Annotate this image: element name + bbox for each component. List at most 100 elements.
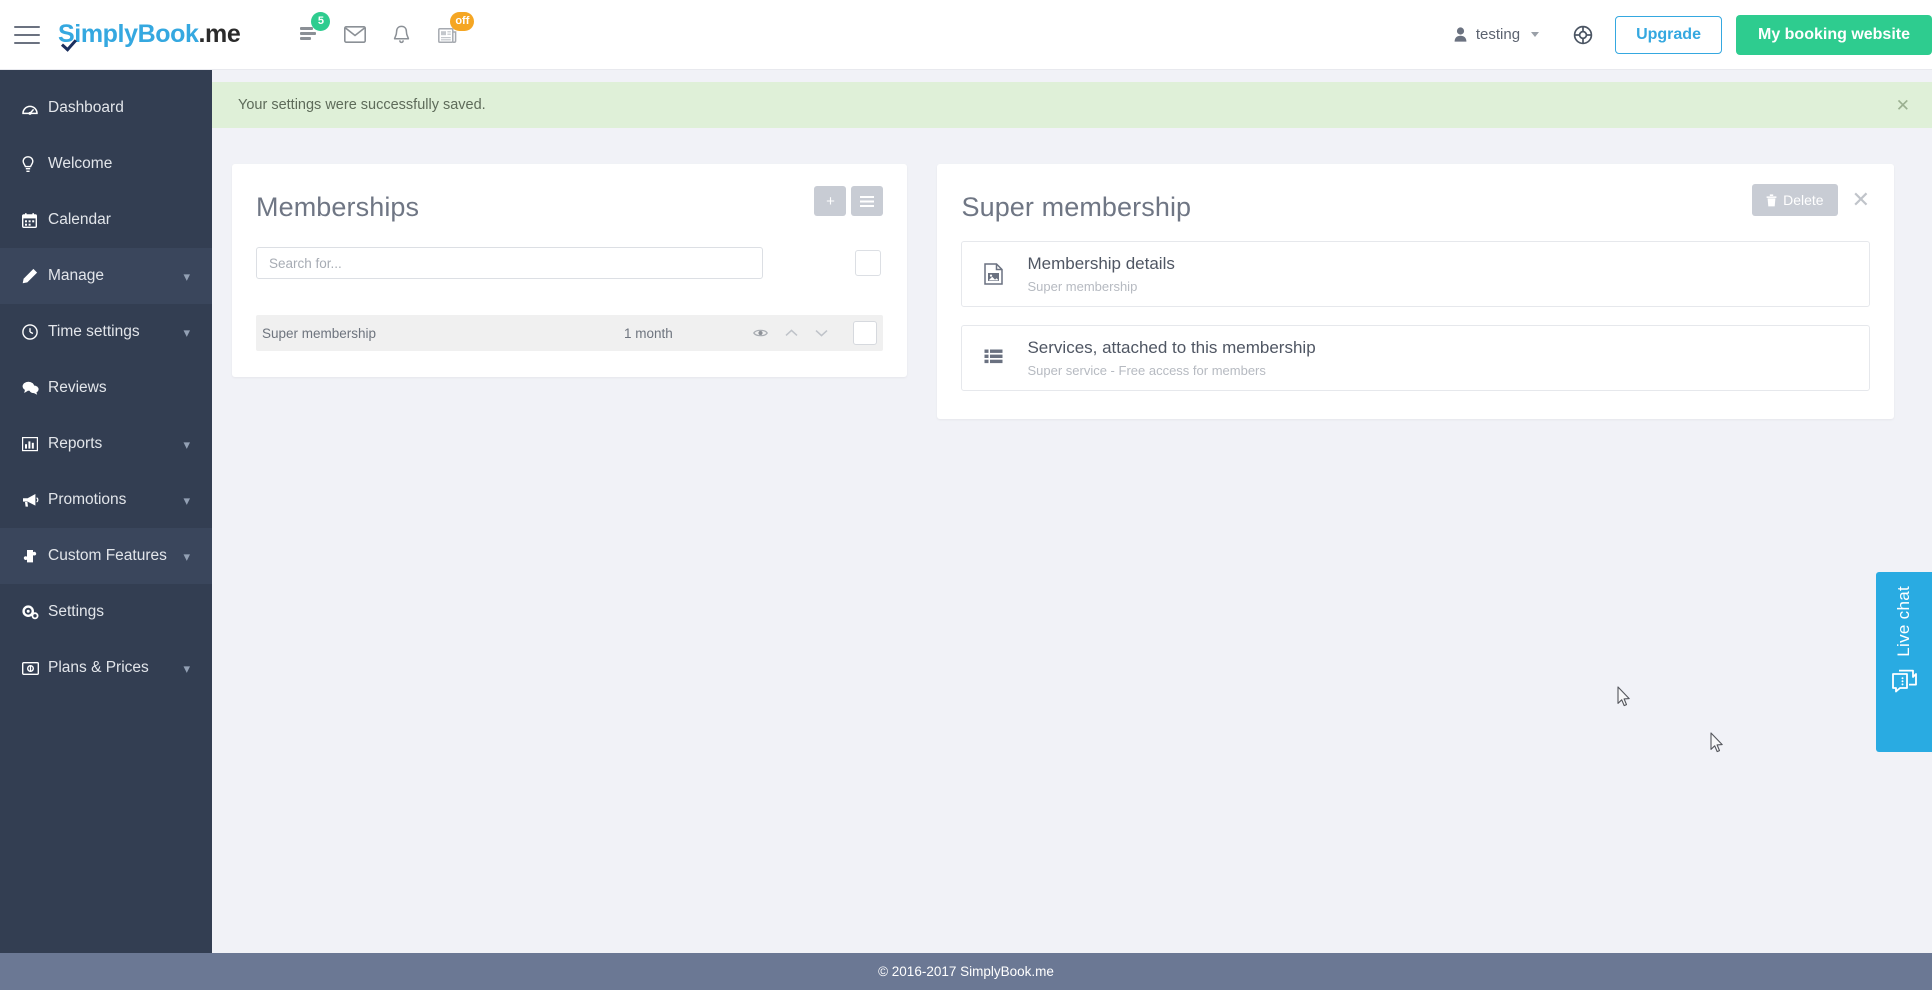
detail-panel-title: Super membership: [961, 192, 1192, 222]
lightbulb-icon: [22, 155, 48, 173]
option-title: Services, attached to this membership: [1027, 338, 1316, 357]
add-membership-button[interactable]: +: [814, 186, 847, 216]
pencil-icon: [22, 268, 48, 284]
sidebar-item-promotions[interactable]: Promotions ▾: [0, 472, 212, 528]
user-icon: [1454, 27, 1467, 42]
image-file-icon: [984, 263, 1004, 285]
sidebar-item-label: Manage: [48, 267, 105, 284]
footer-text: © 2016-2017 SimplyBook.me: [878, 964, 1054, 979]
chevron-down-icon: [1531, 32, 1540, 37]
app-root: SimplyBook .me 5 off testing Upgrade My …: [0, 0, 1932, 990]
search-row: [256, 247, 883, 279]
option-text-group: Services, attached to this membership Su…: [1027, 338, 1315, 378]
chevron-down-icon: ▾: [183, 548, 190, 564]
sidebar-item-label: Welcome: [48, 155, 113, 172]
megaphone-icon: [22, 493, 48, 508]
news-badge: off: [450, 11, 475, 31]
chevron-down-icon: ▾: [183, 324, 190, 340]
alert-message: Your settings were successfully saved.: [238, 97, 486, 113]
sidebar-item-dashboard[interactable]: Dashboard: [0, 80, 212, 136]
activity-log-badge: 5: [311, 11, 331, 31]
option-subtitle: Super service - Free access for members: [1027, 363, 1266, 378]
sidebar-item-label: Reports: [48, 435, 103, 452]
top-bar: SimplyBook .me 5 off testing Upgrade My …: [0, 0, 1932, 70]
sidebar-item-label: Time settings: [48, 323, 140, 340]
bell-icon[interactable]: [378, 13, 424, 57]
puzzle-icon: [22, 549, 48, 564]
my-booking-website-button[interactable]: My booking website: [1735, 14, 1932, 55]
sidebar-item-settings[interactable]: Settings: [0, 584, 212, 640]
money-icon: [22, 661, 48, 675]
delete-button[interactable]: Delete: [1752, 184, 1838, 216]
page-footer: © 2016-2017 SimplyBook.me: [0, 953, 1932, 990]
chevron-down-icon: ▾: [183, 268, 190, 284]
option-services-attached[interactable]: Services, attached to this membership Su…: [961, 325, 1870, 391]
sidebar-item-welcome[interactable]: Welcome: [0, 136, 212, 192]
sidebar-item-label: Reviews: [48, 379, 107, 396]
top-right-group: testing Upgrade My booking website: [1436, 0, 1932, 69]
bar-chart-icon: [22, 436, 48, 452]
sidebar-item-reviews[interactable]: Reviews: [0, 360, 212, 416]
logo-text-primary: implyBook: [74, 20, 199, 48]
mail-icon[interactable]: [332, 13, 378, 57]
chevron-down-icon[interactable]: [815, 329, 828, 337]
live-chat-widget[interactable]: Live chat: [1876, 572, 1932, 752]
hamburger-icon[interactable]: [14, 25, 40, 44]
eye-icon[interactable]: [753, 328, 769, 338]
logo-s-check-icon: S: [58, 20, 75, 48]
sidebar-item-reports[interactable]: Reports ▾: [0, 416, 212, 472]
chevron-down-icon: ▾: [183, 660, 190, 676]
top-icon-group: 5 off: [286, 11, 475, 57]
memberships-panel: Memberships + Sup: [232, 164, 908, 377]
logo-text-suffix: .me: [198, 20, 241, 48]
delete-label: Delete: [1783, 192, 1824, 208]
membership-term: 1 month: [624, 325, 673, 341]
news-icon[interactable]: off: [424, 11, 475, 57]
table-row[interactable]: Super membership 1 month: [256, 315, 884, 351]
sidebar-item-manage[interactable]: Manage ▾: [0, 248, 212, 304]
lifebuoy-icon: [1573, 25, 1593, 44]
upgrade-button[interactable]: Upgrade: [1615, 15, 1722, 54]
option-text-group: Membership details Super membership: [1027, 254, 1174, 294]
chevron-down-icon: ▾: [183, 492, 190, 508]
success-alert: Your settings were successfully saved. ✕: [212, 82, 1932, 128]
sidebar-item-label: Promotions: [48, 491, 127, 508]
panels-container: Memberships + Sup: [212, 128, 1932, 419]
search-input[interactable]: [256, 247, 763, 279]
row-checkbox[interactable]: [853, 321, 878, 345]
comments-icon: [22, 381, 48, 395]
sidebar-item-label: Dashboard: [48, 99, 124, 116]
clock-icon: [22, 324, 48, 340]
row-actions: [753, 321, 879, 345]
sidebar-item-label: Custom Features: [48, 547, 167, 564]
panel-title: Memberships: [256, 192, 420, 222]
calendar-icon: [22, 212, 48, 228]
user-name: testing: [1475, 26, 1521, 43]
list-ul-icon: [984, 349, 1003, 367]
sidebar: Dashboard Welcome Calendar Manage ▾ Time…: [0, 70, 212, 953]
help-button[interactable]: [1557, 0, 1609, 69]
select-all-checkbox[interactable]: [855, 250, 882, 276]
user-menu[interactable]: testing: [1436, 0, 1557, 69]
chat-bubble-icon: [1891, 669, 1917, 700]
simplybook-logo[interactable]: SimplyBook .me: [58, 20, 241, 49]
panel-header-actions: +: [814, 186, 884, 216]
close-icon[interactable]: ✕: [1896, 97, 1910, 114]
sidebar-item-calendar[interactable]: Calendar: [0, 192, 212, 248]
chevron-up-icon[interactable]: [785, 329, 798, 337]
sidebar-item-plans-prices[interactable]: Plans & Prices ▾: [0, 640, 212, 696]
chevron-down-icon: ▾: [183, 436, 190, 452]
speedometer-icon: [22, 101, 48, 116]
close-icon[interactable]: ✕: [1852, 189, 1870, 211]
list-icon[interactable]: [851, 186, 884, 216]
membership-detail-panel: Super membership Delete ✕ Membership det…: [937, 164, 1894, 419]
option-membership-details[interactable]: Membership details Super membership: [961, 241, 1870, 307]
sidebar-item-time-settings[interactable]: Time settings ▾: [0, 304, 212, 360]
sidebar-item-label: Calendar: [48, 211, 111, 228]
activity-log-icon[interactable]: 5: [286, 11, 332, 57]
sidebar-item-custom-features[interactable]: Custom Features ▾: [0, 528, 212, 584]
membership-name: Super membership: [262, 325, 377, 341]
detail-panel-actions: Delete ✕: [1752, 184, 1870, 216]
trash-icon: [1766, 193, 1777, 206]
gears-icon: [22, 604, 48, 620]
